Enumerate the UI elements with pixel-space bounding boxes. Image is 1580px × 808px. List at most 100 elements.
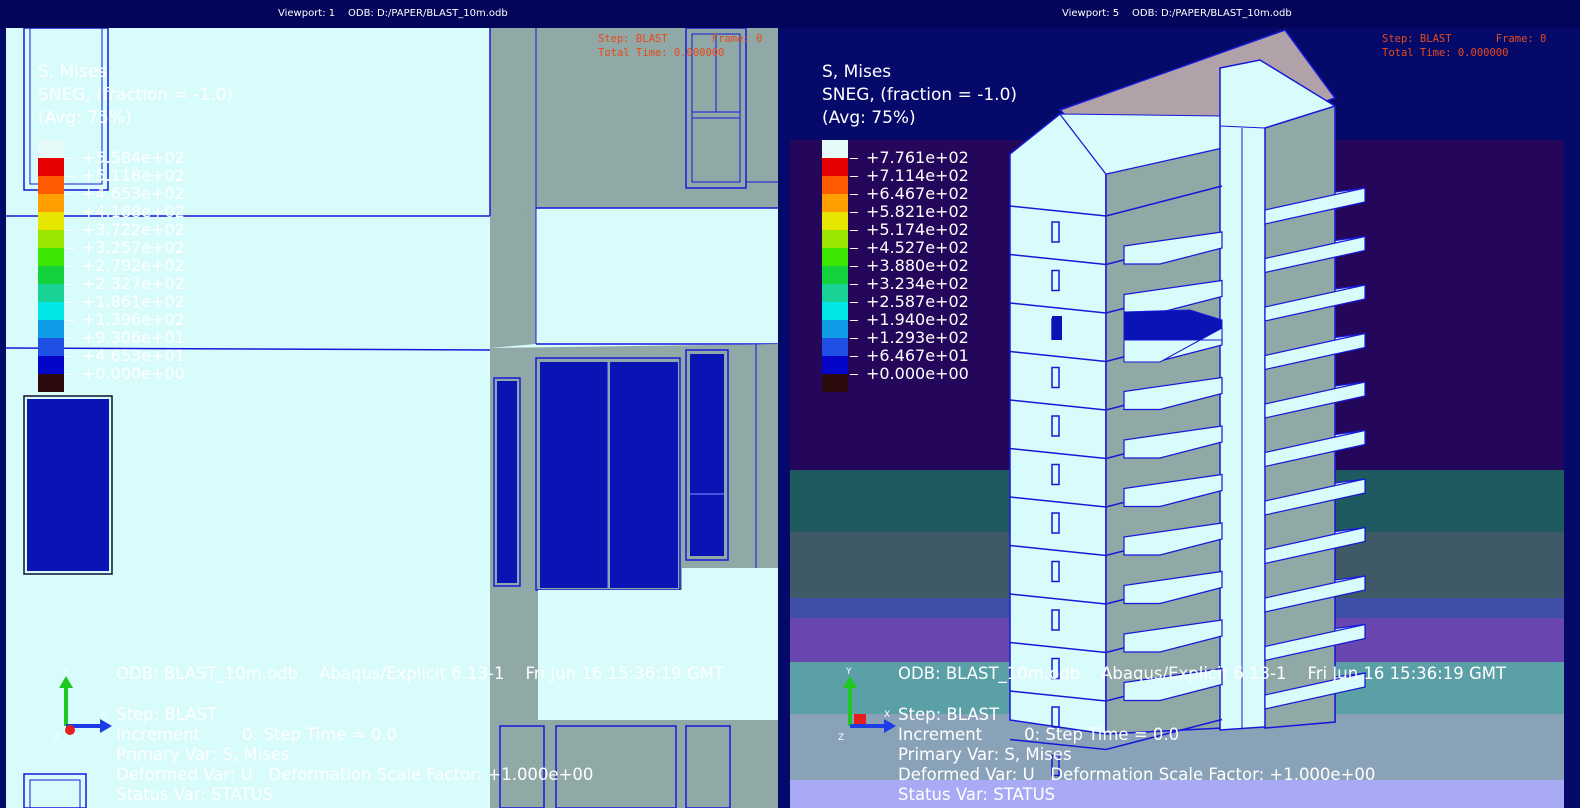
- legend-tick: [66, 158, 74, 159]
- legend-tick: [66, 248, 74, 249]
- legend-color-swatch: [822, 158, 848, 176]
- legend-tick: [66, 176, 74, 177]
- triad-x-label: X: [884, 710, 890, 720]
- legend-tick: [850, 356, 858, 357]
- legend-color-swatch: [822, 266, 848, 284]
- status-var-line: Status Var: STATUS: [116, 785, 274, 804]
- legend-color-swatch: [38, 194, 64, 212]
- legend-color-swatch: [822, 176, 848, 194]
- total-time-label: Total Time: 0.000000: [1382, 47, 1509, 59]
- legend-color-swatch: [822, 338, 848, 356]
- legend-value-label: +6.467e+02: [866, 184, 969, 203]
- legend-tick: [850, 158, 858, 159]
- legend-averaging: (Avg: 75%): [822, 108, 916, 128]
- axis-triad-icon: Y X Z: [838, 667, 896, 743]
- legend-tick: [850, 212, 858, 213]
- total-time-label: Total Time: 0.000000: [598, 47, 725, 59]
- primary-var-line: Primary Var: S, Mises: [898, 745, 1072, 764]
- legend-variable: S, Mises: [38, 62, 108, 82]
- legend-tick: [850, 338, 858, 339]
- legend-tick: [66, 302, 74, 303]
- legend-color-swatch: [38, 212, 64, 230]
- legend-tick: [66, 320, 74, 321]
- viewport-1[interactable]: Viewport: 1 ODB: D:/PAPER/BLAST_10m.odb: [0, 0, 784, 808]
- legend-color-swatch: [38, 248, 64, 266]
- legend-color-swatch: [38, 140, 64, 158]
- legend-tick: [850, 266, 858, 267]
- legend-value-label: +5.118e+02: [82, 166, 185, 185]
- legend-value-label: +3.722e+02: [82, 220, 185, 239]
- status-var-line: Status Var: STATUS: [898, 785, 1056, 804]
- legend-color-swatch: [822, 284, 848, 302]
- legend-section: SNEG, (fraction = -1.0): [822, 85, 1018, 105]
- legend-tick: [850, 230, 858, 231]
- odb-path: ODB: D:/PAPER/BLAST_10m.odb: [1132, 8, 1292, 19]
- legend-value-label: +0.000e+00: [866, 364, 969, 383]
- legend-color-swatch: [822, 194, 848, 212]
- legend-tick: [850, 194, 858, 195]
- increment-info-line: Increment 0: Step Time = 0.0: [898, 725, 1180, 744]
- legend-value-label: +2.327e+02: [82, 274, 185, 293]
- legend-value-label: +3.257e+02: [82, 238, 185, 257]
- legend-value-label: +1.861e+02: [82, 292, 185, 311]
- legend-value-label: +4.653e+01: [82, 346, 185, 365]
- model-canvas[interactable]: [6, 28, 778, 808]
- legend-tick: [850, 248, 858, 249]
- legend-color-swatch: [822, 248, 848, 266]
- axis-triad-icon: Y X Z: [54, 667, 112, 743]
- legend-color-swatch: [38, 356, 64, 374]
- legend-color-swatch: [38, 320, 64, 338]
- legend-value-label: +1.396e+02: [82, 310, 185, 329]
- legend-color-swatch: [38, 266, 64, 284]
- legend-variable: S, Mises: [822, 62, 892, 82]
- legend-tick: [66, 194, 74, 195]
- legend-section: SNEG, (fraction = -1.0): [38, 85, 234, 105]
- legend-value-label: +3.880e+02: [866, 256, 969, 275]
- triad-y-label: Y: [61, 667, 68, 677]
- legend-color-swatch: [38, 284, 64, 302]
- deformed-var-line: Deformed Var: U Deformation Scale Factor…: [898, 765, 1376, 784]
- legend-tick: [66, 374, 74, 375]
- legend-color-swatch: [38, 302, 64, 320]
- legend-color-swatch: [822, 140, 848, 158]
- legend-color-swatch: [38, 158, 64, 176]
- viewport-title-bar: Viewport: 1 ODB: D:/PAPER/BLAST_10m.odb: [0, 0, 784, 28]
- triad-y-label: Y: [845, 667, 852, 677]
- viewport-label: Viewport: 1: [278, 8, 336, 19]
- odb-info-line: ODB: BLAST_10m.odb Abaqus/Explicit 6.13-…: [898, 664, 1507, 683]
- triad-x-label: X: [100, 710, 106, 720]
- viewport-label: Viewport: 5: [1062, 8, 1120, 19]
- legend-value-label: +2.587e+02: [866, 292, 969, 311]
- legend-value-label: +4.188e+02: [82, 202, 185, 221]
- legend-value-label: +6.467e+01: [866, 346, 969, 365]
- legend-value-label: +4.653e+02: [82, 184, 185, 203]
- odb-path: ODB: D:/PAPER/BLAST_10m.odb: [348, 8, 508, 19]
- legend-tick: [66, 266, 74, 267]
- legend-value-label: +2.792e+02: [82, 256, 185, 275]
- model-canvas[interactable]: [790, 28, 1564, 808]
- legend-tick: [66, 212, 74, 213]
- legend-color-swatch: [38, 338, 64, 356]
- legend-value-label: +5.821e+02: [866, 202, 969, 221]
- step-frame-label: Step: BLAST Frame: 0: [1382, 33, 1547, 45]
- legend-value-label: +3.234e+02: [866, 274, 969, 293]
- viewport-title-bar: Viewport: 5 ODB: D:/PAPER/BLAST_10m.odb: [784, 0, 1580, 28]
- legend-tick: [850, 284, 858, 285]
- viewport-5[interactable]: Viewport: 5 ODB: D:/PAPER/BLAST_10m.odb: [784, 0, 1580, 808]
- legend-color-swatch: [822, 212, 848, 230]
- legend-color-swatch: [822, 356, 848, 374]
- legend-value-label: +5.174e+02: [866, 220, 969, 239]
- legend-value-label: +7.114e+02: [866, 166, 969, 185]
- triad-z-label: Z: [838, 733, 844, 743]
- legend-tick: [66, 284, 74, 285]
- legend-tick: [66, 338, 74, 339]
- legend-value-label: +1.293e+02: [866, 328, 969, 347]
- legend-value-label: +7.761e+02: [866, 148, 969, 167]
- legend-color-swatch: [822, 374, 848, 392]
- step-frame-label: Step: BLAST Frame: 0: [598, 33, 763, 45]
- legend-tick: [66, 230, 74, 231]
- increment-info-line: Increment 0: Step Time = 0.0: [116, 725, 398, 744]
- legend-averaging: (Avg: 75%): [38, 108, 132, 128]
- legend-value-label: +4.527e+02: [866, 238, 969, 257]
- legend-tick: [850, 302, 858, 303]
